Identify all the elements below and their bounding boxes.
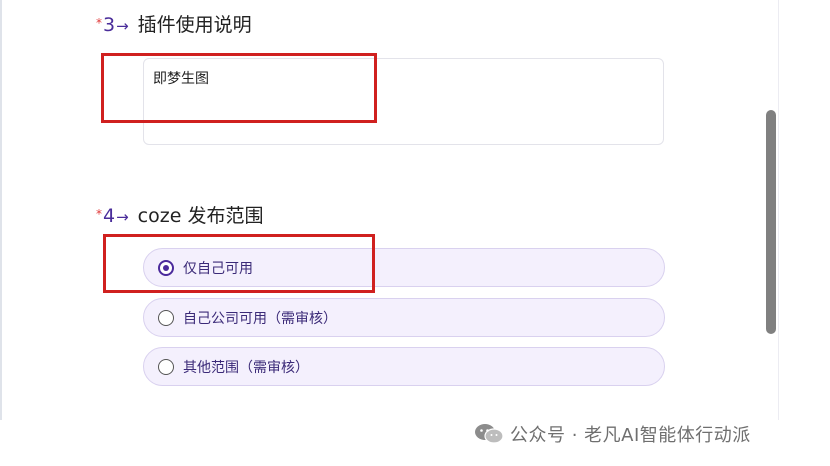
required-star: * [96, 16, 102, 30]
required-star: * [96, 207, 102, 221]
scrollbar-track[interactable] [779, 0, 804, 420]
radio-option-other[interactable]: 其他范围（需审核） [143, 347, 665, 386]
question-3-title: * 3 → 插件使用说明 [96, 10, 252, 37]
wechat-icon [475, 424, 504, 444]
radio-option-label: 其他范围（需审核） [183, 359, 309, 376]
watermark: 公众号 · 老凡AI智能体行动派 [474, 421, 751, 447]
radio-option-company[interactable]: 自己公司可用（需审核） [143, 298, 665, 337]
question-text: 插件使用说明 [137, 14, 252, 36]
form-page: * 3 → 插件使用说明 即梦生图 * 4 → coze 发布范围 仅自己可用 … [0, 0, 830, 466]
question-text: coze 发布范围 [137, 205, 264, 227]
question-number: 3 [103, 14, 116, 36]
question-4-title: * 4 → coze 发布范围 [96, 201, 263, 228]
left-edge-divider [0, 0, 2, 420]
highlight-box-option [103, 234, 375, 293]
question-number: 4 [103, 205, 116, 227]
radio-unchecked-icon[interactable] [158, 309, 174, 326]
highlight-box-textarea [101, 53, 377, 123]
radio-option-label: 自己公司可用（需审核） [183, 310, 337, 327]
scrollbar-thumb[interactable] [766, 110, 776, 334]
radio-unchecked-icon[interactable] [158, 358, 174, 375]
arrow-right-icon: → [116, 208, 129, 226]
arrow-right-icon: → [116, 17, 129, 35]
watermark-text: 公众号 · 老凡AI智能体行动派 [510, 425, 751, 446]
